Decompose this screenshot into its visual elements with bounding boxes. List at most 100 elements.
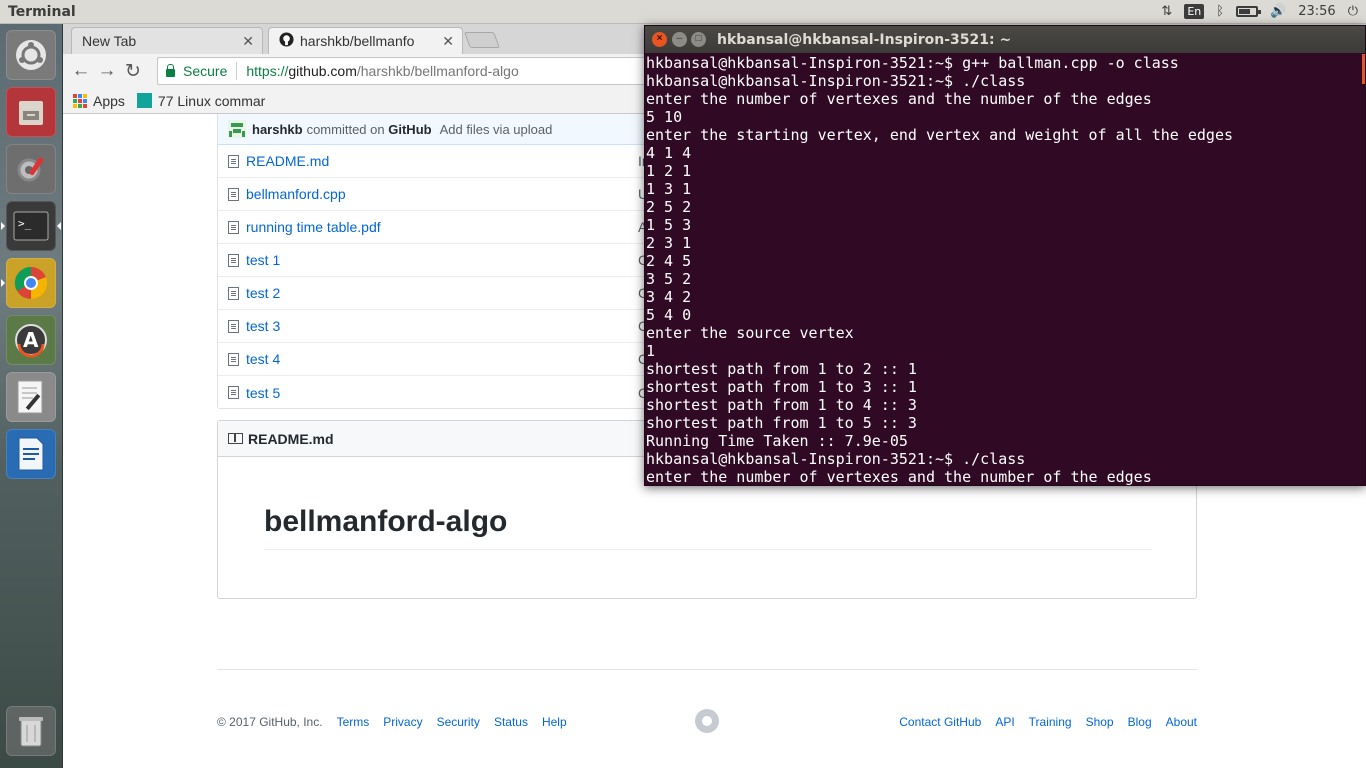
terminal-running-indicator: [1, 222, 5, 230]
bookmark-favicon-icon: [136, 93, 152, 108]
file-link[interactable]: test 3: [246, 318, 280, 334]
battery-icon[interactable]: [1236, 6, 1262, 17]
footer-link-api[interactable]: API: [995, 715, 1014, 729]
file-link[interactable]: running time table.pdf: [246, 219, 381, 235]
footer-link-terms[interactable]: Terms: [337, 715, 370, 729]
top-panel: Terminal ⇅ En ᛒ 🔊 23:56 ⏻: [0, 0, 1366, 24]
readme-header-label: README.md: [248, 430, 334, 447]
software-updater-icon[interactable]: A: [6, 315, 56, 365]
readme-title: bellmanford-algo: [264, 505, 1151, 550]
footer-right-links: Contact GitHub API Training Shop Blog Ab…: [885, 715, 1197, 729]
network-icon[interactable]: ⇅: [1161, 4, 1172, 19]
clock[interactable]: 23:56: [1298, 4, 1335, 19]
commit-message[interactable]: Add files via upload: [440, 122, 553, 137]
libreoffice-writer-icon[interactable]: [6, 429, 56, 479]
page-footer: © 2017 GitHub, Inc. Terms Privacy Securi…: [217, 709, 1197, 733]
file-link[interactable]: test 5: [246, 385, 280, 401]
tab-close-icon[interactable]: ✕: [442, 33, 454, 50]
keyboard-layout-indicator[interactable]: En: [1184, 4, 1205, 19]
commit-platform: GitHub: [388, 121, 432, 137]
footer-link-privacy[interactable]: Privacy: [383, 715, 422, 729]
tab-close-icon[interactable]: ✕: [242, 33, 254, 50]
url-host: github.com: [288, 63, 357, 79]
reload-icon[interactable]: ↻: [120, 60, 146, 83]
files-icon[interactable]: [6, 87, 56, 137]
terminal-line: 5 10: [646, 108, 683, 126]
bookmark-apps[interactable]: Apps: [73, 93, 125, 109]
window-minimize-button[interactable]: –: [672, 32, 687, 47]
tab-label: New Tab: [82, 33, 137, 49]
tab-new-tab[interactable]: New Tab ✕: [71, 27, 263, 54]
terminal-titlebar[interactable]: × – □ hkbansal@hkbansal-Inspiron-3521: ~: [645, 26, 1365, 53]
secure-label: Secure: [183, 63, 228, 79]
file-icon: [228, 220, 239, 234]
ubuntu-dash-icon[interactable]: [6, 30, 56, 80]
bookmark-label: Apps: [93, 92, 125, 109]
terminal-scrollbar[interactable]: [1362, 54, 1365, 84]
terminal-line: enter the number of vertexes and the num…: [646, 90, 1152, 108]
omnibox-separator: [236, 62, 238, 80]
file-link[interactable]: README.md: [246, 153, 329, 169]
url-scheme: https://: [246, 63, 289, 79]
tab-github-repo[interactable]: harshkb/bellmanfo ✕: [268, 27, 463, 54]
file-icon: [228, 154, 239, 168]
file-link[interactable]: test 2: [246, 285, 280, 301]
terminal-window[interactable]: × – □ hkbansal@hkbansal-Inspiron-3521: ~…: [644, 25, 1366, 486]
github-favicon-icon: [279, 32, 294, 50]
footer-link-blog[interactable]: Blog: [1128, 715, 1152, 729]
footer-link-shop[interactable]: Shop: [1086, 715, 1114, 729]
file-link[interactable]: test 1: [246, 252, 280, 268]
text-editor-icon[interactable]: [6, 372, 56, 422]
file-icon: [228, 386, 239, 399]
terminal-output[interactable]: hkbansal@hkbansal-Inspiron-3521:~$ g++ b…: [645, 54, 1365, 486]
commit-author[interactable]: harshkb: [252, 122, 303, 137]
terminal-line: shortest path from 1 to 3 :: 1: [646, 378, 917, 396]
terminal-line: hkbansal@hkbansal-Inspiron-3521:~$ g++ b…: [646, 54, 1179, 72]
terminal-line: 3 4 2: [646, 288, 692, 306]
footer-link-help[interactable]: Help: [542, 715, 567, 729]
terminal-line: enter the starting vertex, end vertex an…: [646, 126, 1233, 144]
window-maximize-button[interactable]: □: [691, 32, 706, 47]
bluetooth-icon[interactable]: ᛒ: [1216, 4, 1224, 19]
new-tab-button[interactable]: [464, 32, 500, 48]
address-bar[interactable]: Secure https://github.com/harshkb/bellma…: [157, 57, 677, 85]
window-close-button[interactable]: ×: [652, 32, 667, 47]
terminal-line: shortest path from 1 to 5 :: 3: [646, 414, 917, 432]
terminal-line: 1: [646, 342, 656, 360]
terminal-line: enter the source vertex: [646, 324, 854, 342]
footer-link-contact[interactable]: Contact GitHub: [899, 715, 981, 729]
file-icon: [228, 286, 239, 300]
file-icon: [228, 319, 239, 333]
file-icon: [228, 253, 239, 267]
terminal-line: 2 4 5: [646, 252, 692, 270]
avatar[interactable]: [228, 120, 246, 138]
trash-icon[interactable]: [6, 706, 56, 756]
forward-icon[interactable]: →: [94, 60, 120, 82]
terminal-line: enter the number of vertexes and the num…: [646, 468, 1152, 486]
footer-link-status[interactable]: Status: [494, 715, 528, 729]
terminal-line: 1 3 1: [646, 180, 692, 198]
chrome-running-indicator: [1, 279, 5, 287]
terminal-line: hkbansal@hkbansal-Inspiron-3521:~$ ./cla…: [646, 72, 1026, 90]
system-settings-icon[interactable]: [6, 144, 56, 194]
power-icon[interactable]: ⏻: [1348, 4, 1358, 19]
tab-label: harshkb/bellmanfo: [300, 33, 415, 49]
volume-icon[interactable]: 🔊: [1270, 4, 1286, 19]
terminal-line: shortest path from 1 to 2 :: 1: [646, 360, 917, 378]
terminal-line: shortest path from 1 to 4 :: 3: [646, 396, 917, 414]
bookmark-linux-commands[interactable]: 77 Linux commar: [136, 93, 265, 109]
back-icon[interactable]: ←: [68, 60, 94, 82]
file-icon: [228, 352, 239, 366]
active-app-title: Terminal: [8, 3, 76, 20]
chrome-icon[interactable]: [6, 258, 56, 308]
terminal-line: 2 5 2: [646, 198, 692, 216]
footer-link-security[interactable]: Security: [437, 715, 480, 729]
github-logo-icon[interactable]: [695, 709, 719, 733]
footer-link-about[interactable]: About: [1166, 715, 1197, 729]
terminal-line: 4 1 4: [646, 144, 692, 162]
file-link[interactable]: test 4: [246, 351, 280, 367]
footer-link-training[interactable]: Training: [1029, 715, 1072, 729]
file-icon: [228, 187, 239, 201]
terminal-icon[interactable]: >_: [6, 201, 56, 251]
file-link[interactable]: bellmanford.cpp: [246, 186, 346, 202]
